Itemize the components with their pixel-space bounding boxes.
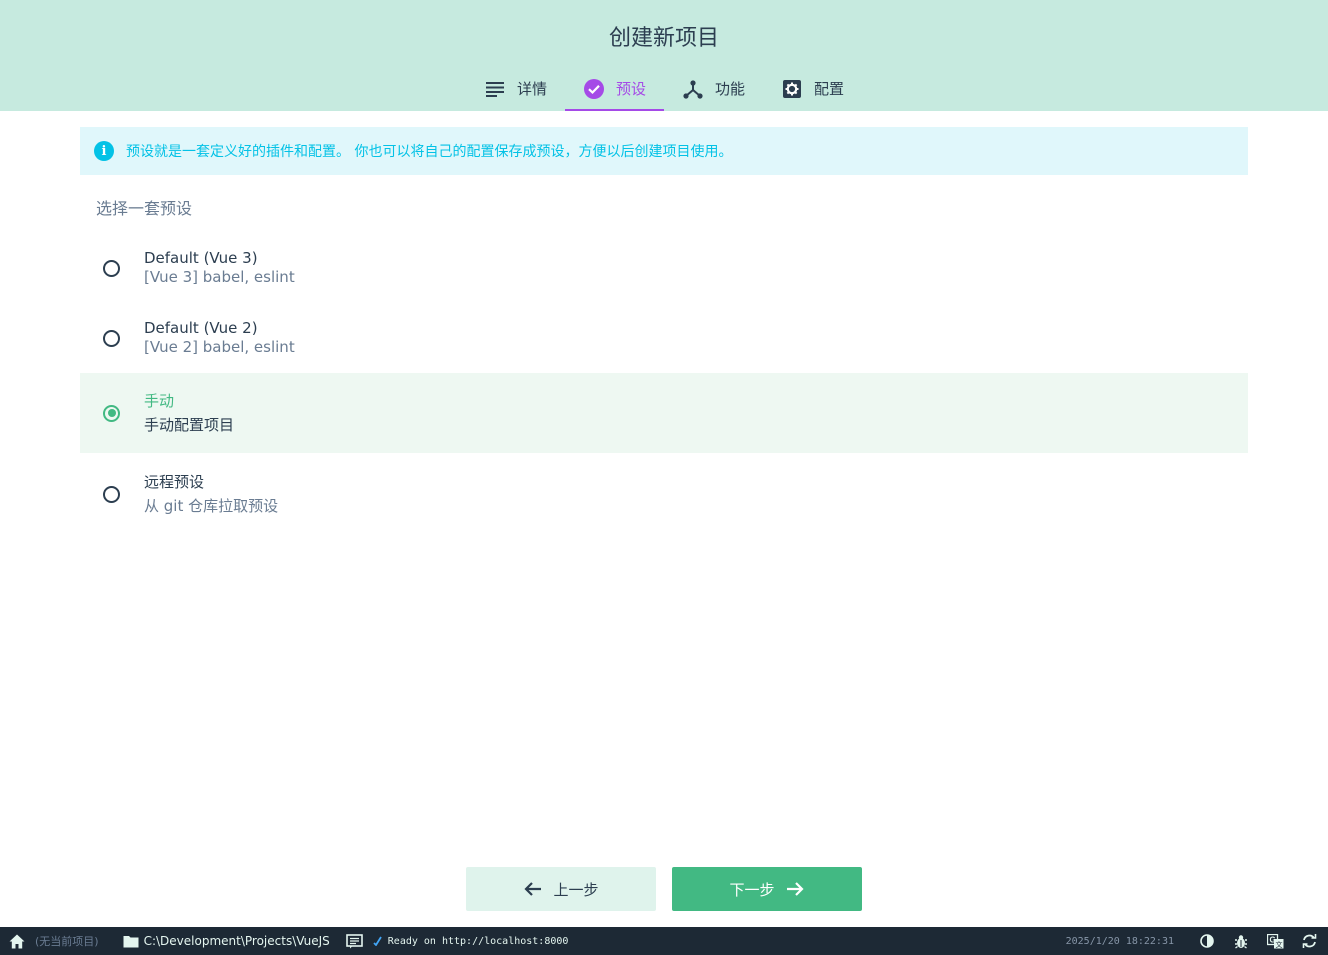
- preset-desc: [Vue 3] babel, eslint: [144, 268, 295, 286]
- preset-name: 远程预设: [144, 472, 205, 491]
- status-right: 2025/1/20 18:22:31 G文: [1066, 927, 1328, 955]
- svg-text:文: 文: [1275, 940, 1282, 949]
- preset-name: Default (Vue 2): [144, 319, 258, 337]
- arrow-left-icon: [523, 879, 543, 899]
- preset-name: Default (Vue 3): [144, 249, 258, 267]
- tab-presets[interactable]: 预设: [564, 66, 665, 111]
- gear-icon: [781, 78, 803, 100]
- tab-features-label: 功能: [715, 80, 746, 98]
- prev-button[interactable]: 上一步: [466, 867, 656, 911]
- preset-option-manual[interactable]: 手动 手动配置项目: [80, 373, 1248, 453]
- page-header: 创建新项目 详情 预设 功能 配置: [0, 0, 1328, 111]
- status-log[interactable]: Ready on http://localhost:8000: [345, 927, 569, 955]
- current-project-label: (无当前项目): [35, 935, 99, 948]
- log-message: Ready on http://localhost:8000: [387, 935, 569, 947]
- list-icon: [484, 78, 506, 100]
- info-text: 预设就是一套定义好的插件和配置。 你也可以将自己的配置保存成预设，方便以后创建项…: [126, 144, 733, 160]
- check-icon: [373, 936, 382, 946]
- radio-button[interactable]: [103, 259, 120, 277]
- check-circle-icon: [583, 78, 605, 100]
- bug-icon[interactable]: [1224, 934, 1258, 949]
- preset-option-vue2[interactable]: Default (Vue 2) [Vue 2] babel, eslint: [80, 313, 1248, 363]
- preset-option-remote[interactable]: 远程预设 从 git 仓库拉取预设: [80, 467, 1248, 521]
- tree-icon: [682, 78, 704, 100]
- step-tabs: 详情 预设 功能 配置: [0, 66, 1328, 111]
- preset-desc: 手动配置项目: [144, 415, 235, 434]
- datetime: 2025/1/20 18:22:31: [1065, 935, 1174, 947]
- folder-icon: [123, 935, 139, 948]
- radio-button[interactable]: [103, 404, 120, 422]
- dark-mode-icon[interactable]: [1190, 934, 1224, 948]
- presets-heading: 选择一套预设: [96, 199, 193, 218]
- arrow-right-icon: [785, 879, 805, 899]
- next-button-label: 下一步: [729, 880, 775, 899]
- refresh-icon[interactable]: [1292, 934, 1326, 948]
- translate-icon[interactable]: G文: [1258, 933, 1292, 949]
- folder-path: C:\Development\Projects\VueJS: [143, 934, 330, 948]
- tab-config[interactable]: 配置: [763, 66, 862, 111]
- next-button[interactable]: 下一步: [672, 867, 862, 911]
- preset-desc: 从 git 仓库拉取预设: [144, 496, 279, 515]
- preset-desc: [Vue 2] babel, eslint: [144, 338, 295, 356]
- status-folder[interactable]: C:\Development\Projects\VueJS: [123, 927, 330, 955]
- tab-details-label: 详情: [516, 80, 547, 98]
- tab-config-label: 配置: [814, 80, 845, 98]
- radio-button[interactable]: [103, 485, 120, 503]
- info-icon: i: [94, 141, 114, 161]
- status-project[interactable]: (无当前项目): [0, 927, 99, 955]
- status-bar: (无当前项目) C:\Development\Projects\VueJS Re…: [0, 927, 1328, 955]
- info-banner: i 预设就是一套定义好的插件和配置。 你也可以将自己的配置保存成预设，方便以后创…: [80, 127, 1248, 175]
- home-icon: [9, 934, 25, 949]
- console-icon: [345, 933, 363, 949]
- tab-details[interactable]: 详情: [466, 66, 565, 111]
- page-title: 创建新项目: [608, 26, 719, 51]
- tab-presets-label: 预设: [615, 80, 646, 98]
- preset-option-vue3[interactable]: Default (Vue 3) [Vue 3] babel, eslint: [80, 243, 1248, 293]
- tab-features[interactable]: 功能: [664, 66, 763, 111]
- radio-button[interactable]: [103, 329, 120, 347]
- preset-name: 手动: [144, 391, 175, 410]
- prev-button-label: 上一步: [553, 880, 599, 899]
